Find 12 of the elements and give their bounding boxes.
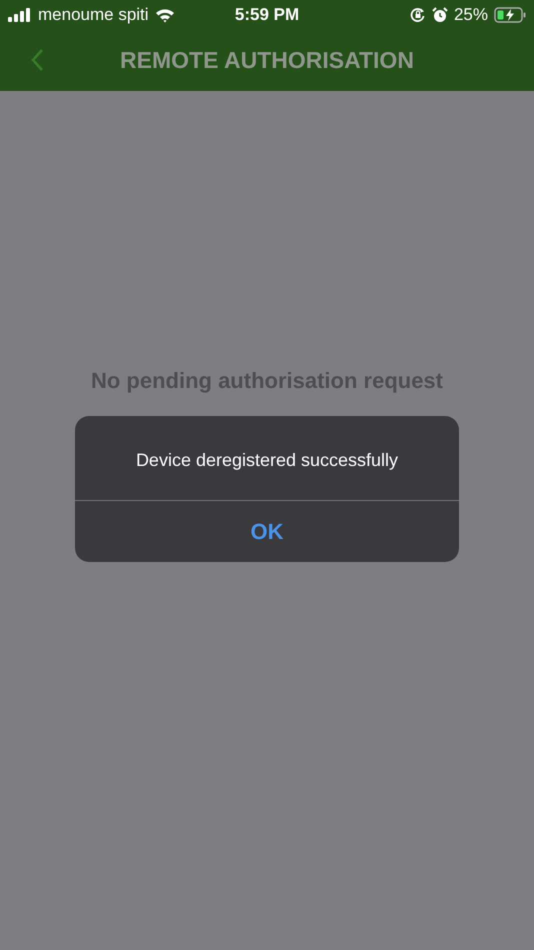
battery-percentage: 25% bbox=[454, 5, 488, 25]
ok-button[interactable]: OK bbox=[75, 501, 459, 562]
alarm-icon bbox=[432, 7, 448, 23]
carrier-name: menoume spiti bbox=[38, 5, 149, 25]
back-icon[interactable] bbox=[30, 48, 44, 72]
status-time: 5:59 PM bbox=[234, 5, 300, 25]
screen-title: REMOTE AUTHORISATION bbox=[120, 47, 414, 74]
battery-charging-icon bbox=[494, 7, 526, 23]
wifi-icon bbox=[154, 8, 175, 22]
alert-message: Device deregistered successfully bbox=[75, 416, 459, 501]
signal-icon bbox=[8, 8, 32, 22]
rotation-lock-icon bbox=[410, 7, 426, 23]
